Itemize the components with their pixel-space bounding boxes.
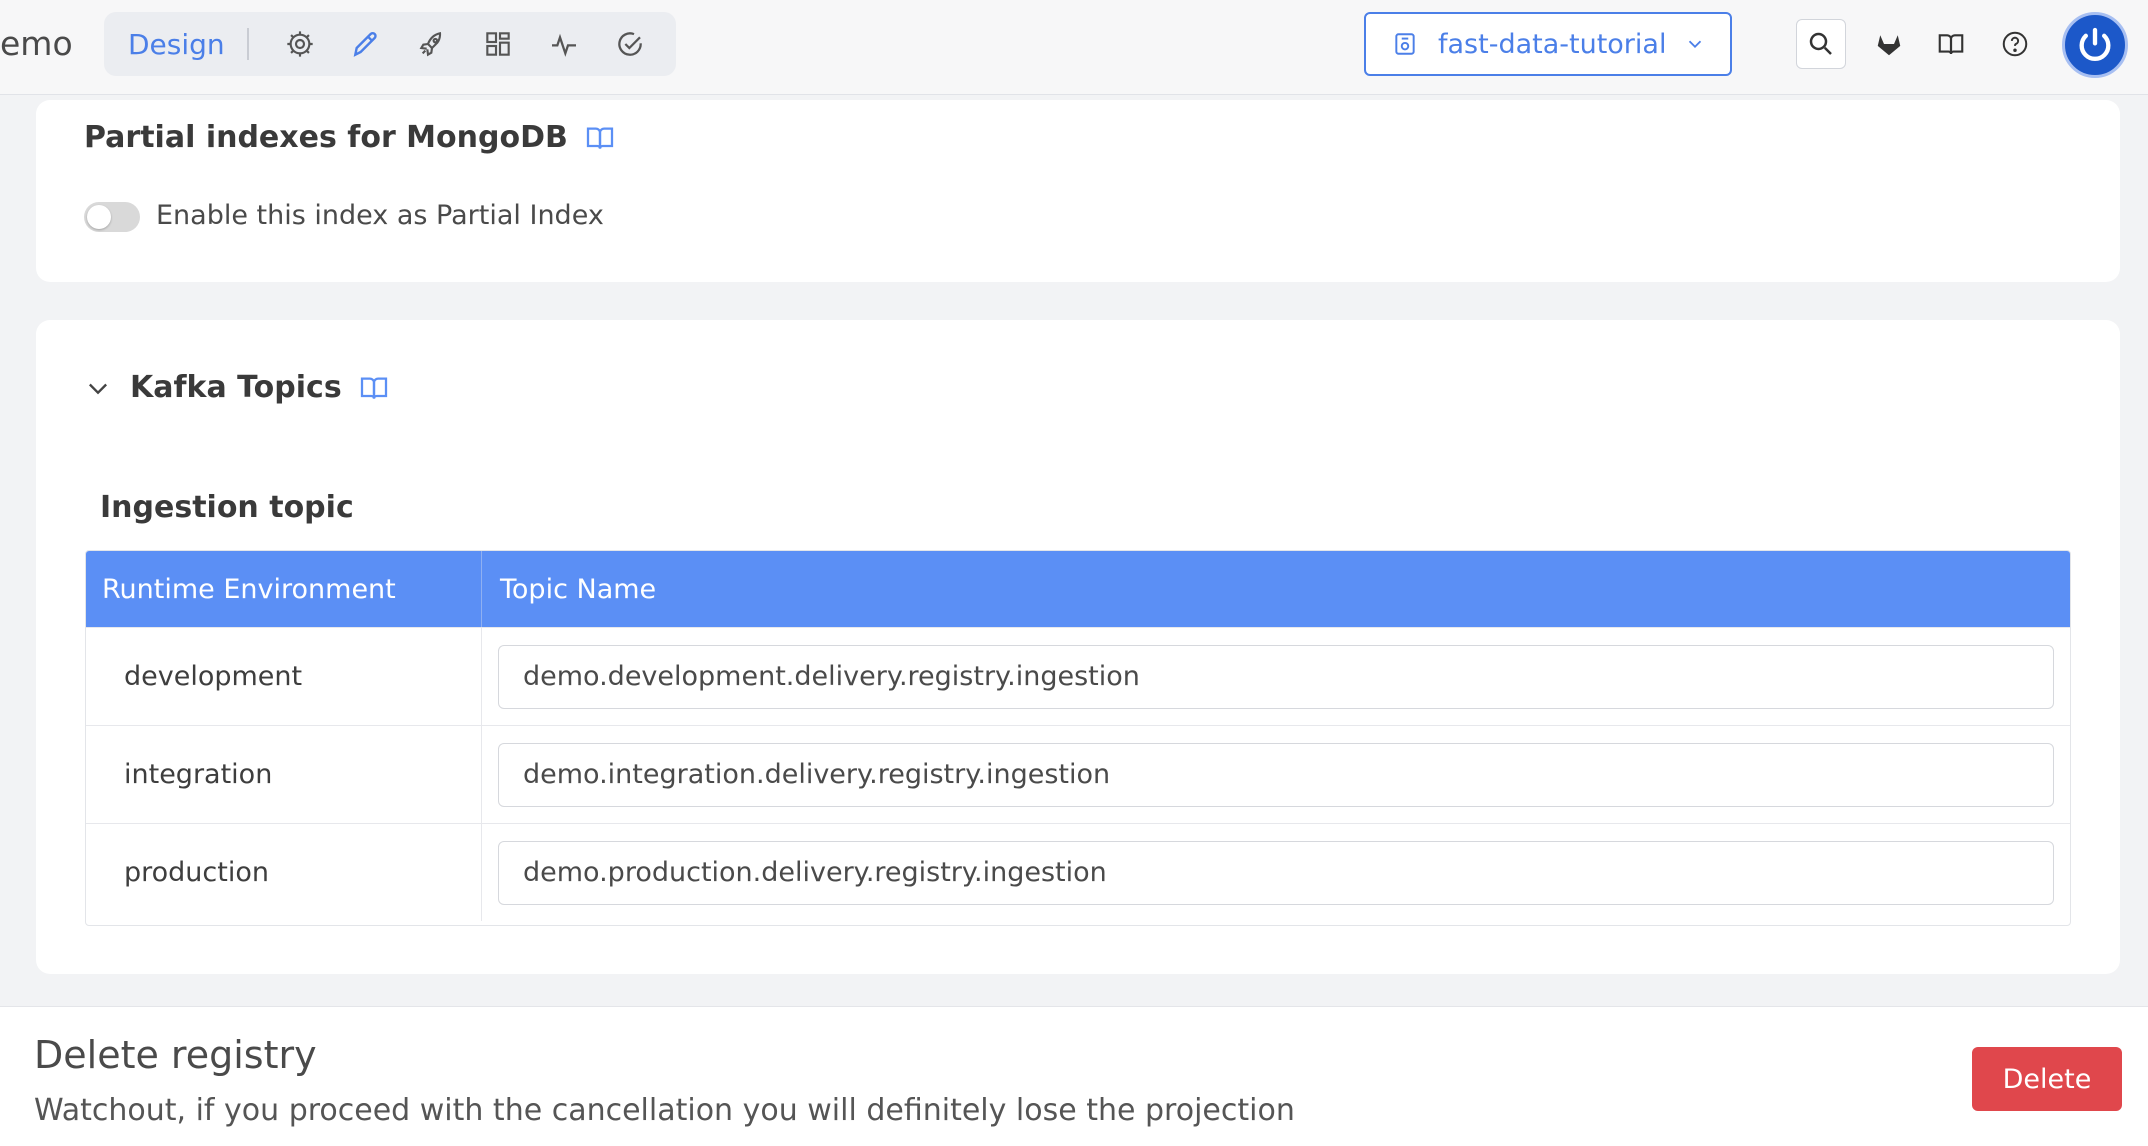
pencil-icon[interactable] <box>333 16 399 72</box>
power-icon <box>2079 27 2111 61</box>
gitlab-icon <box>1877 35 1901 56</box>
table-row: production <box>86 823 2070 921</box>
gitlab-button[interactable] <box>1864 19 1914 69</box>
delete-button[interactable]: Delete <box>1972 1047 2122 1111</box>
topics-table: Runtime Environment Topic Name developme… <box>85 550 2071 926</box>
kafka-topics-header[interactable]: Kafka Topics <box>84 370 390 405</box>
table-header: Runtime Environment Topic Name <box>86 551 2070 627</box>
topic-name-input[interactable] <box>498 840 2054 905</box>
partial-index-header: Partial indexes for MongoDB <box>84 120 616 155</box>
avatar[interactable] <box>2062 12 2128 78</box>
ingestion-topic-title: Ingestion topic <box>100 490 354 525</box>
topic-cell <box>482 628 2070 725</box>
delete-description: Watchout, if you proceed with the cancel… <box>34 1093 1295 1128</box>
chevron-down-icon <box>1689 40 1702 49</box>
top-bar: emo Design fast-data-tutorial <box>0 0 2148 95</box>
book-icon[interactable] <box>584 122 616 154</box>
topic-name-input[interactable] <box>498 644 2054 709</box>
nav-design-tab[interactable]: Design <box>128 28 225 61</box>
search-icon <box>1809 32 1832 55</box>
book-icon[interactable] <box>358 372 390 404</box>
nav-divider <box>246 28 249 60</box>
book-icon <box>1938 34 1964 55</box>
delete-registry-panel: Delete registry Watchout, if you proceed… <box>0 1006 2148 1146</box>
docs-button[interactable] <box>1926 19 1976 69</box>
table-row: integration <box>86 725 2070 823</box>
help-button[interactable] <box>1990 19 2040 69</box>
env-cell: integration <box>86 726 482 823</box>
section-title: Kafka Topics <box>130 370 342 405</box>
topic-cell <box>482 824 2070 921</box>
topic-cell <box>482 726 2070 823</box>
branch-name: fast-data-tutorial <box>1438 28 1667 60</box>
branch-icon <box>1395 33 1415 55</box>
section-title: Partial indexes for MongoDB <box>84 120 568 155</box>
topic-name-input[interactable] <box>498 742 2054 807</box>
search-button[interactable] <box>1796 19 1846 69</box>
dashboard-icon[interactable] <box>465 16 531 72</box>
delete-title: Delete registry <box>34 1033 317 1077</box>
kafka-topics-card: Kafka Topics Ingestion topic Runtime Env… <box>36 320 2120 974</box>
column-header-environment: Runtime Environment <box>86 551 482 627</box>
rocket-icon[interactable] <box>399 16 465 72</box>
branch-selector[interactable]: fast-data-tutorial <box>1364 12 1732 76</box>
chevron-down-icon[interactable] <box>84 374 112 402</box>
project-name[interactable]: emo <box>0 24 73 63</box>
section-nav: Design <box>104 12 676 76</box>
partial-index-toggle[interactable] <box>84 202 140 232</box>
env-cell: production <box>86 824 482 921</box>
table-row: development <box>86 627 2070 725</box>
toggle-knob <box>87 205 111 229</box>
env-cell: development <box>86 628 482 725</box>
pulse-icon[interactable] <box>531 16 597 72</box>
column-header-topic: Topic Name <box>500 573 657 605</box>
check-circle-icon[interactable] <box>597 16 663 72</box>
help-icon <box>2002 31 2028 57</box>
toggle-label: Enable this index as Partial Index <box>156 200 604 231</box>
partial-index-card: Partial indexes for MongoDB Enable this … <box>36 100 2120 282</box>
gear-icon[interactable] <box>267 16 333 72</box>
